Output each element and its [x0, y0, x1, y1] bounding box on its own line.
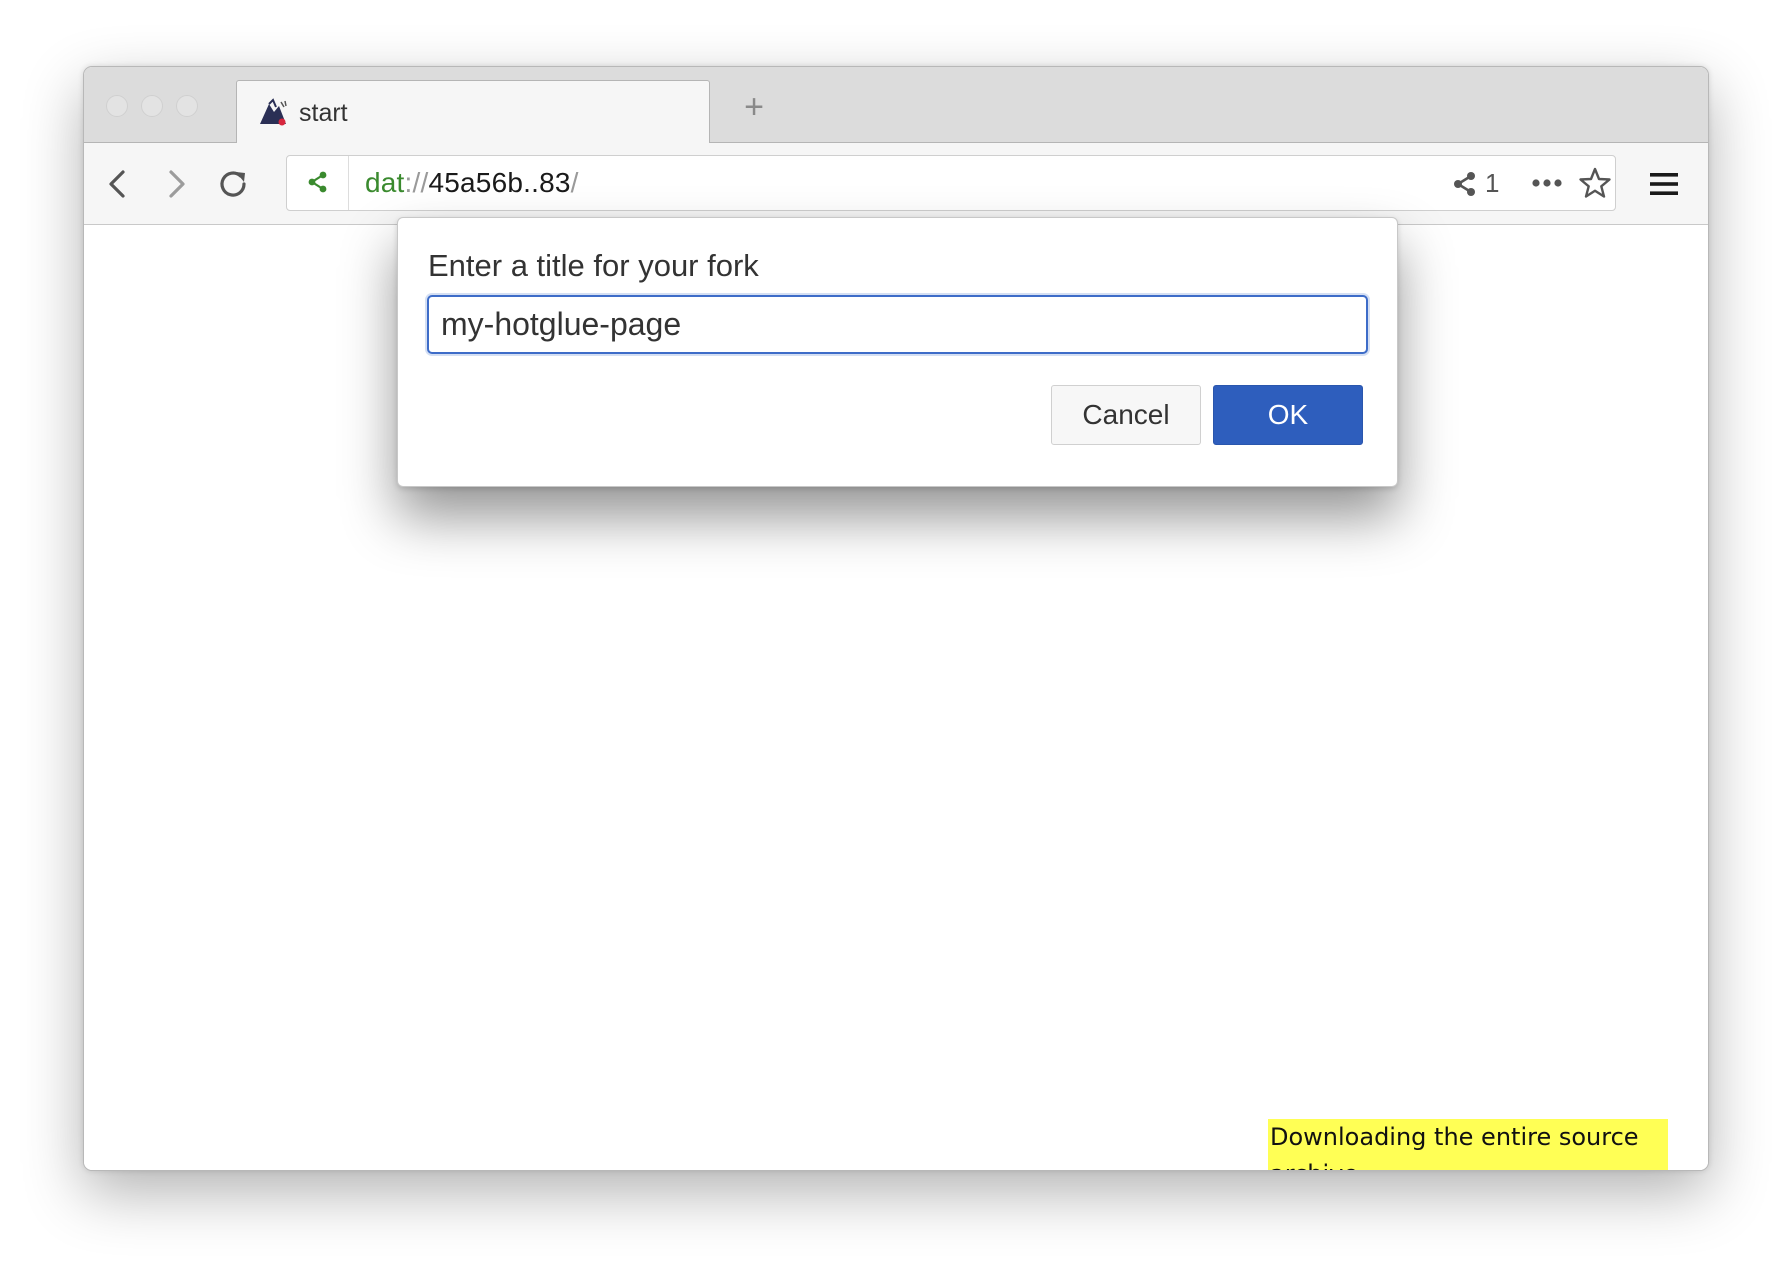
- download-status-message: Downloading the entire source archive...: [1268, 1119, 1668, 1170]
- zoom-window-button[interactable]: [176, 95, 198, 117]
- browser-window: start + dat://45a56b..83/ 1 Downloading …: [83, 66, 1709, 1171]
- tab-title: start: [299, 99, 348, 127]
- reload-icon[interactable]: [214, 164, 254, 204]
- ok-button[interactable]: OK: [1213, 385, 1363, 445]
- url-trailing-slash: /: [570, 167, 579, 198]
- fork-title-input[interactable]: [427, 295, 1368, 354]
- fork-title-dialog: Enter a title for your fork Cancel OK: [397, 217, 1398, 487]
- peers-share-icon[interactable]: [1450, 169, 1480, 199]
- url-scheme: dat: [365, 167, 405, 198]
- hamburger-icon[interactable]: [1644, 164, 1684, 204]
- new-tab-button[interactable]: +: [736, 89, 772, 125]
- dialog-prompt: Enter a title for your fork: [428, 248, 759, 283]
- star-icon[interactable]: [1578, 166, 1612, 200]
- cancel-button[interactable]: Cancel: [1051, 385, 1201, 445]
- share-icon: [308, 171, 327, 193]
- site-info-button[interactable]: [287, 156, 349, 210]
- tab-start[interactable]: start: [236, 80, 710, 144]
- peer-count: 1: [1485, 168, 1500, 198]
- tab-strip: start +: [84, 67, 1708, 144]
- url-text[interactable]: dat://45a56b..83/: [365, 167, 579, 199]
- minimize-window-button[interactable]: [141, 95, 163, 117]
- url-host: 45a56b..83: [428, 167, 571, 198]
- url-separator: ://: [404, 167, 429, 198]
- chevron-right-icon[interactable]: [156, 164, 196, 204]
- more-dots-icon[interactable]: [1530, 168, 1564, 198]
- address-bar[interactable]: dat://45a56b..83/ 1: [286, 155, 1616, 211]
- close-window-button[interactable]: [106, 95, 128, 117]
- hotglue-favicon-icon: [260, 98, 287, 126]
- chevron-left-icon[interactable]: [98, 164, 138, 204]
- navigation-bar: dat://45a56b..83/ 1: [84, 143, 1708, 225]
